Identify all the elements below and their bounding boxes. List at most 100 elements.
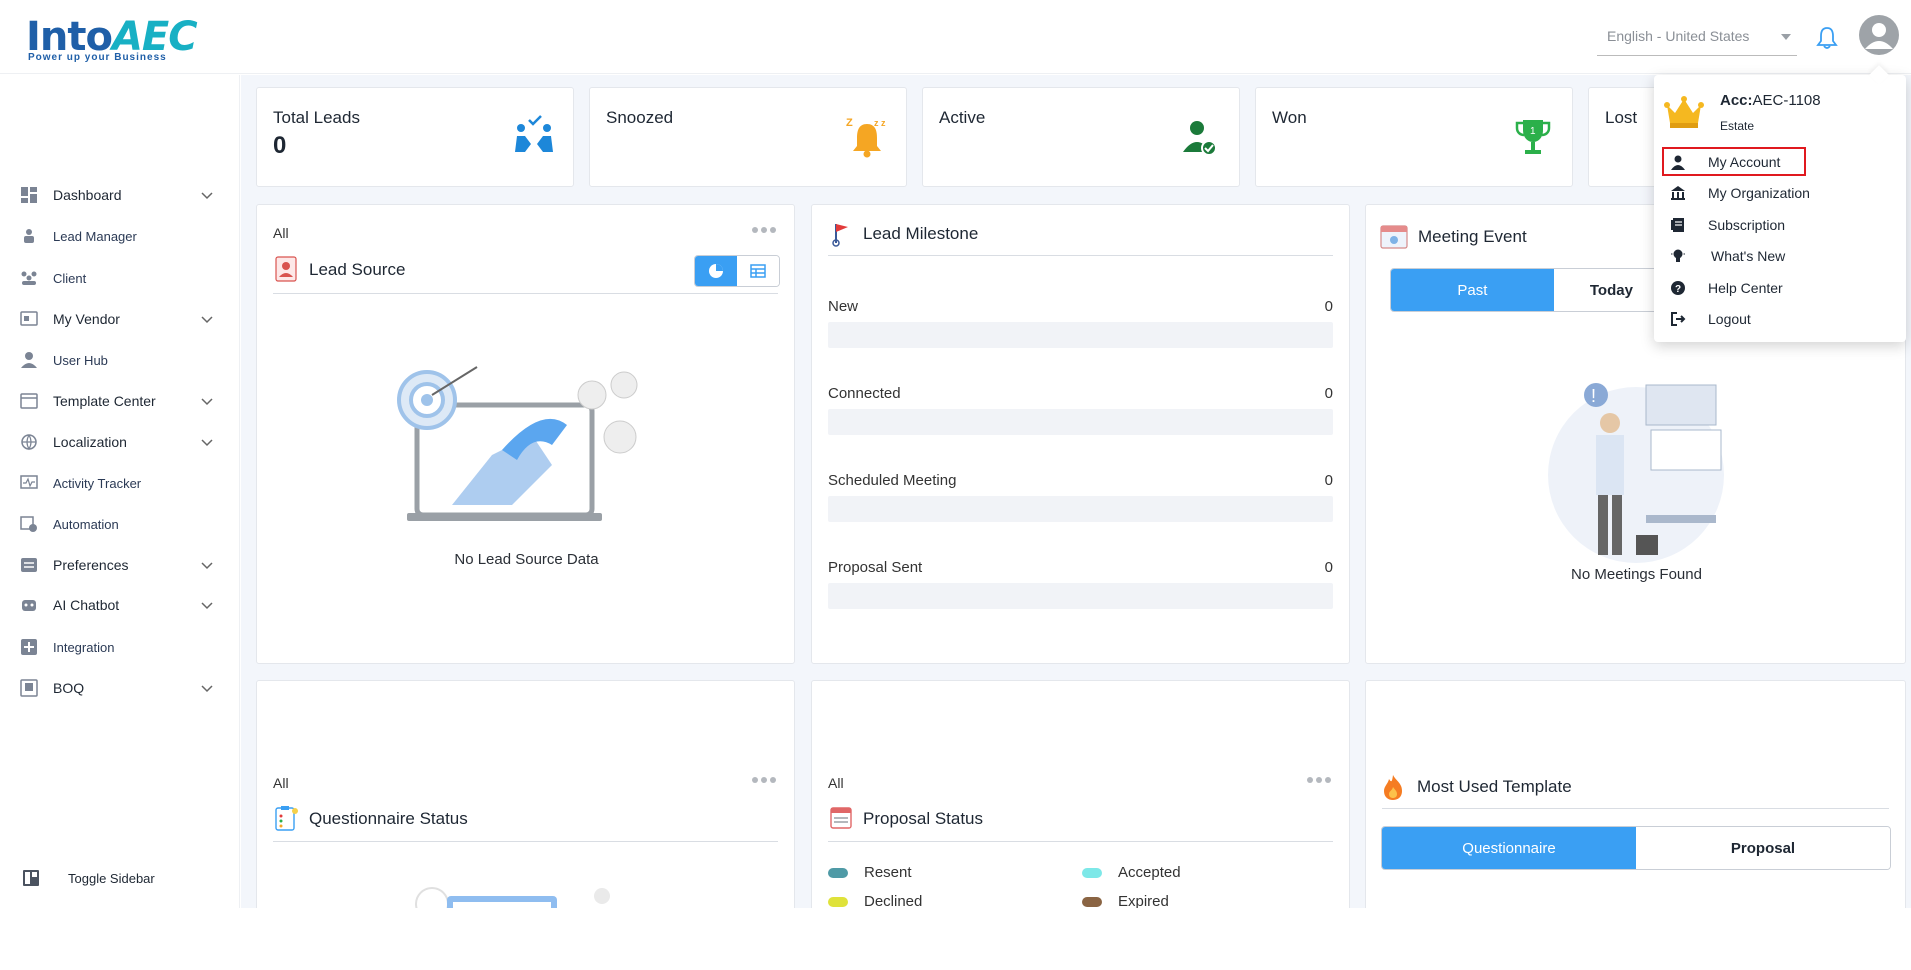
toggle-sidebar-button[interactable]: Toggle Sidebar: [0, 863, 240, 893]
tab-proposal[interactable]: Proposal: [1636, 827, 1890, 869]
sidebar-item-integration[interactable]: Integration: [0, 630, 240, 664]
toggle-sidebar-label: Toggle Sidebar: [68, 871, 155, 886]
menu-item-logout[interactable]: Logout: [1654, 304, 1906, 334]
sidebar-item-my-vendor[interactable]: My Vendor: [0, 302, 240, 336]
sidebar-item-label: Integration: [53, 639, 115, 655]
most-used-template-panel: Most Used Template Questionnaire Proposa…: [1365, 680, 1906, 908]
menu-item-my-organization[interactable]: My Organization: [1654, 178, 1906, 208]
preferences-icon: [20, 556, 38, 574]
milestone-progress-bar: [828, 496, 1333, 522]
trophy-icon: 1: [1510, 114, 1556, 160]
stat-title: Won: [1272, 108, 1307, 127]
menu-item-label: Subscription: [1708, 217, 1786, 233]
language-select[interactable]: English - United States: [1597, 20, 1797, 56]
subscription-icon: [1670, 217, 1686, 233]
clipboard-icon: [273, 805, 299, 831]
template-icon: [20, 392, 38, 410]
user-icon: [20, 351, 38, 369]
person-icon: [1670, 154, 1686, 170]
tab-today[interactable]: Today: [1553, 269, 1669, 311]
lead-source-view-toggle: [694, 255, 780, 287]
meeting-event-tabs: Past Today: [1390, 268, 1670, 312]
more-options-icon[interactable]: [1307, 775, 1331, 785]
sidebar-item-automation[interactable]: Automation: [0, 507, 240, 541]
sidebar-item-activity-tracker[interactable]: Activity Tracker: [0, 466, 240, 500]
lead-source-icon: [273, 256, 299, 282]
help-icon: ?: [1670, 280, 1686, 296]
milestone-count: 0: [1324, 559, 1333, 576]
menu-item-whats-new[interactable]: What's New: [1654, 241, 1906, 271]
automation-icon: [20, 515, 38, 533]
intoaec-logo[interactable]: IntoAEC Power up your Business: [26, 10, 198, 64]
sidebar-item-user-hub[interactable]: User Hub: [0, 343, 240, 377]
snooze-bell-icon: Zz z: [844, 114, 890, 160]
chevron-down-icon: [200, 312, 214, 326]
logo-tagline: Power up your Business: [28, 52, 167, 63]
legend-swatch: [1082, 867, 1102, 878]
table-view-button[interactable]: [737, 256, 779, 286]
sidebar-item-label: Lead Manager: [53, 228, 137, 244]
chevron-down-icon: [200, 188, 214, 202]
menu-item-help-center[interactable]: ? Help Center: [1654, 273, 1906, 303]
sidebar-item-label: Template Center: [53, 393, 156, 409]
boq-icon: [20, 679, 38, 697]
active-user-icon: [1177, 114, 1223, 160]
stat-title: Lost: [1605, 108, 1638, 127]
dashboard-icon: [20, 186, 38, 204]
account-id: Acc:AEC-1108: [1720, 92, 1821, 109]
lead-source-empty-text: No Lead Source Data: [454, 551, 599, 568]
milestone-row-scheduled-meeting: Scheduled Meeting 0: [828, 472, 1333, 522]
sidebar-item-localization[interactable]: Localization: [0, 425, 240, 459]
menu-item-label: My Account: [1708, 154, 1781, 170]
sidebar-item-label: AI Chatbot: [53, 597, 120, 613]
stat-card-active[interactable]: Active: [922, 87, 1240, 187]
stat-title: Active: [939, 108, 986, 127]
bell-icon[interactable]: [1816, 26, 1838, 50]
chevron-down-icon: [200, 394, 214, 408]
sidebar-item-template-center[interactable]: Template Center: [0, 384, 240, 418]
lead-source-filter[interactable]: All: [273, 225, 289, 241]
pie-chart-view-button[interactable]: [695, 256, 737, 286]
vendor-icon: [20, 310, 38, 328]
chatbot-icon: [20, 596, 38, 614]
lead-milestone-title: Lead Milestone: [863, 224, 979, 243]
sidebar-item-client[interactable]: Client: [0, 261, 240, 295]
proposal-filter[interactable]: All: [828, 775, 844, 791]
user-avatar[interactable]: [1859, 15, 1899, 55]
questionnaire-filter[interactable]: All: [273, 775, 289, 791]
handshake-icon: [511, 114, 557, 160]
more-options-icon[interactable]: [752, 775, 776, 785]
account-dropdown-menu: Acc:AEC-1108 Estate My Account My Organi…: [1654, 65, 1906, 342]
sidebar-item-ai-chatbot[interactable]: AI Chatbot: [0, 588, 240, 622]
integration-icon: [20, 638, 38, 656]
sidebar-item-boq[interactable]: BOQ: [0, 671, 240, 705]
magnet-illustration: [392, 365, 652, 535]
divider: [1382, 808, 1889, 809]
more-options-icon[interactable]: [752, 225, 776, 235]
menu-item-my-account[interactable]: My Account: [1654, 147, 1906, 177]
tab-past[interactable]: Past: [1391, 269, 1554, 311]
calendar-icon: [1380, 222, 1408, 249]
milestone-row-connected: Connected 0: [828, 385, 1333, 435]
stat-card-total-leads[interactable]: Total Leads 0: [256, 87, 574, 187]
sidebar-item-label: Activity Tracker: [53, 475, 142, 491]
legend-swatch: [828, 867, 848, 878]
lead-source-panel: All Lead Source No Lead Source Data: [256, 204, 795, 664]
sidebar-item-label: User Hub: [53, 352, 108, 368]
top-header: IntoAEC Power up your Business English -…: [0, 0, 1911, 74]
milestone-row-proposal-sent: Proposal Sent 0: [828, 559, 1333, 609]
menu-item-subscription[interactable]: Subscription: [1654, 210, 1906, 240]
menu-item-label: Help Center: [1708, 280, 1783, 296]
stat-card-won[interactable]: Won 1: [1255, 87, 1573, 187]
flag-icon: [828, 221, 854, 247]
stat-title: Total Leads: [273, 108, 360, 127]
legend-item-expired: Expired: [1082, 893, 1169, 908]
stat-card-snoozed[interactable]: Snoozed Zz z: [589, 87, 907, 187]
pie-chart-icon: [709, 264, 723, 278]
sidebar-item-preferences[interactable]: Preferences: [0, 548, 240, 582]
localization-icon: [20, 433, 38, 451]
sidebar-item-dashboard[interactable]: Dashboard: [0, 178, 240, 212]
sidebar-item-lead-manager[interactable]: Lead Manager: [0, 219, 240, 253]
organization-icon: [1670, 185, 1686, 201]
tab-questionnaire[interactable]: Questionnaire: [1382, 827, 1636, 869]
